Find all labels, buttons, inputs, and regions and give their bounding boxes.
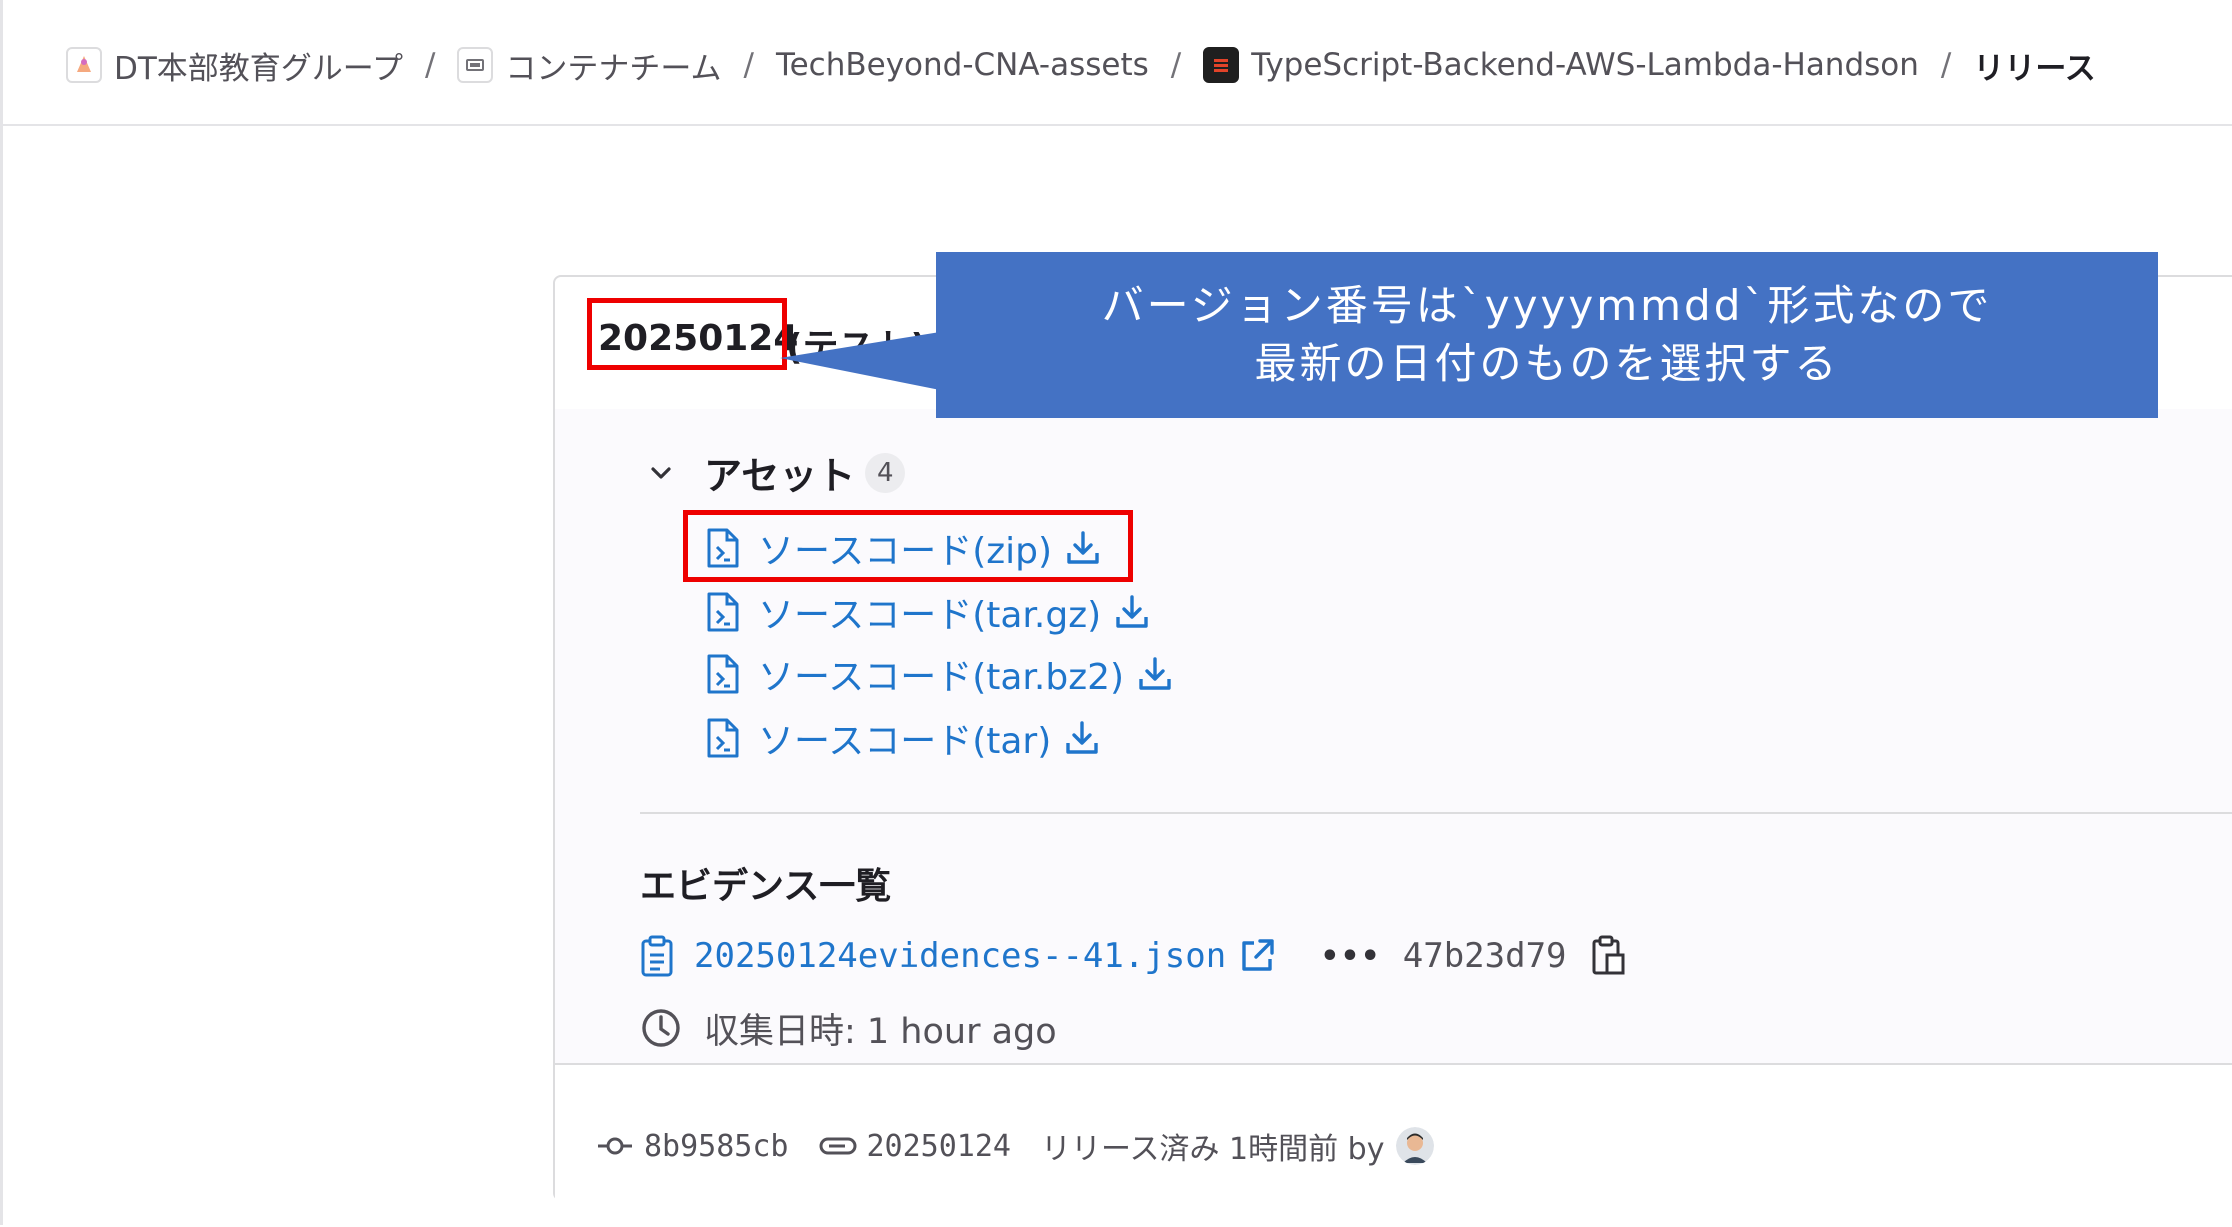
file-code-icon [707, 592, 739, 632]
release-footer: 8b9585cb 20250124 リリース済み 1時間前 by [596, 1122, 1435, 1170]
breadcrumb-label: リリース [1973, 50, 2096, 87]
file-code-icon [707, 718, 739, 758]
asset-label: ソースコード(tar) [758, 721, 1052, 762]
subgroup-avatar-icon [457, 47, 494, 83]
commit-sha-link[interactable]: 8b9585cb [644, 1129, 789, 1164]
assets-section-header[interactable]: アセット 4 [648, 445, 906, 500]
evidence-sha: 47b23d79 [1402, 936, 1567, 976]
evidence-title: エビデンス一覧 [640, 866, 892, 907]
assets-count-badge: 4 [865, 452, 906, 493]
clipboard-icon [641, 935, 673, 977]
version-highlight-box [587, 298, 787, 370]
asset-label: ソースコード(tar.gz) [758, 595, 1102, 636]
download-icon [1139, 657, 1171, 690]
callout-pointer [780, 332, 940, 390]
released-text: リリース済み 1時間前 by [1041, 1132, 1385, 1167]
asset-link-tar[interactable]: ソースコード(tar) [706, 712, 1101, 764]
breadcrumb-separator: / [1940, 47, 1952, 83]
commit-icon [598, 1137, 632, 1155]
project-avatar-icon [1203, 47, 1240, 83]
download-icon [1116, 595, 1148, 628]
callout-line-2: 最新の日付のものを選択する [1254, 339, 1840, 388]
copy-icon[interactable] [1591, 935, 1627, 977]
evidence-row: 20250124evidences--41.json ••• 47b23d79 [640, 930, 1627, 982]
evidence-collected: 収集日時: 1 hour ago [640, 1002, 1057, 1054]
file-code-icon [707, 654, 739, 694]
breadcrumb: DT本部教育グループ / コンテナチーム / TechBeyond-CNA-as… [66, 40, 2096, 90]
breadcrumb-item-releases[interactable]: リリース [1973, 43, 2095, 88]
breadcrumb-item-assets[interactable]: TechBeyond-CNA-assets [776, 47, 1149, 83]
assets-title: アセット [704, 454, 856, 498]
breadcrumb-label: コンテナチーム [505, 50, 722, 87]
clock-icon [642, 1009, 680, 1047]
asset-label: ソースコード(tar.bz2) [758, 657, 1125, 698]
chevron-down-icon[interactable] [648, 460, 674, 486]
more-icon[interactable]: ••• [1320, 939, 1381, 974]
download-icon [1066, 721, 1098, 754]
breadcrumb-label: TypeScript-Backend-AWS-Lambda-Handson [1251, 47, 1919, 83]
group-avatar-icon [66, 47, 102, 83]
external-link-icon[interactable] [1238, 937, 1276, 975]
breadcrumb-item-subgroup[interactable]: コンテナチーム [457, 43, 721, 88]
assets-divider [640, 812, 2232, 814]
breadcrumb-separator: / [424, 47, 436, 83]
user-avatar[interactable] [1396, 1127, 1435, 1165]
annotation-callout: バージョン番号は`yyyymmdd`形式なので 最新の日付のものを選択する [936, 252, 2158, 418]
collected-time: 収集日時: 1 hour ago [704, 1011, 1057, 1052]
asset-link-tar-bz2[interactable]: ソースコード(tar.bz2) [706, 648, 1174, 700]
zip-highlight-box [683, 510, 1133, 582]
breadcrumb-item-project[interactable]: TypeScript-Backend-AWS-Lambda-Handson [1203, 47, 1919, 83]
asset-link-tar-gz[interactable]: ソースコード(tar.gz) [706, 586, 1151, 638]
callout-line-1: バージョン番号は`yyyymmdd`形式なので [1101, 281, 1993, 330]
tag-icon [819, 1137, 856, 1155]
breadcrumb-separator: / [1170, 47, 1182, 83]
breadcrumb-label: TechBeyond-CNA-assets [775, 47, 1149, 83]
breadcrumb-label: DT本部教育グループ [114, 50, 403, 87]
breadcrumb-item-group[interactable]: DT本部教育グループ [66, 43, 403, 88]
evidence-file-link[interactable]: 20250124evidences--41.json [694, 936, 1226, 976]
tag-link[interactable]: 20250124 [867, 1129, 1012, 1164]
header-divider [0, 124, 2232, 126]
breadcrumb-separator: / [743, 47, 754, 83]
